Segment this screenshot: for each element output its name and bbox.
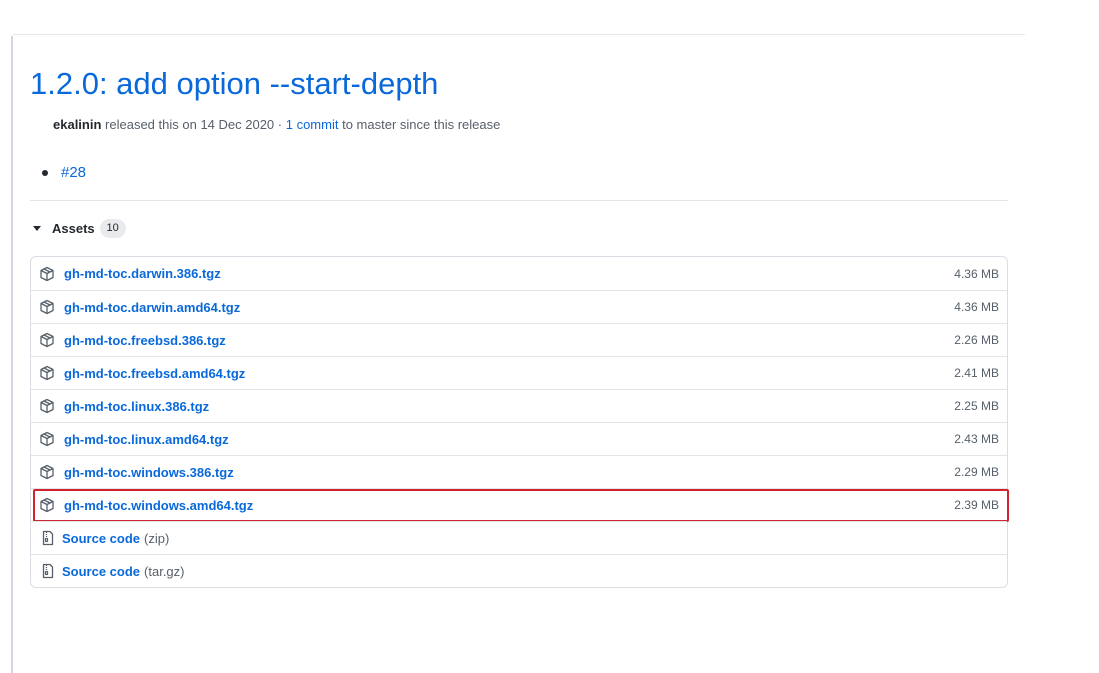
commit-suffix: to master since this release (342, 117, 501, 132)
asset-size: 2.43 MB (954, 432, 999, 446)
release-section: 1.2.0: add option --start-depth ekalinin… (30, 62, 1009, 588)
package-icon (39, 332, 55, 348)
release-title[interactable]: 1.2.0: add option --start-depth (30, 62, 438, 106)
asset-row: gh-md-toc.freebsd.amd64.tgz 2.41 MB (31, 356, 1007, 389)
asset-download-link[interactable]: gh-md-toc.linux.386.tgz (64, 399, 209, 414)
asset-size: 2.39 MB (954, 498, 999, 512)
bullet-icon (42, 170, 48, 176)
asset-row: gh-md-toc.windows.amd64.tgz 2.39 MB (31, 488, 1009, 522)
asset-download-link[interactable]: gh-md-toc.darwin.386.tgz (64, 266, 221, 281)
asset-download-link[interactable]: gh-md-toc.darwin.amd64.tgz (64, 300, 240, 315)
package-icon (39, 497, 55, 513)
asset-row: gh-md-toc.darwin.386.tgz 4.36 MB (31, 257, 1007, 290)
release-notes: #28 (30, 164, 1008, 182)
package-icon (39, 365, 55, 381)
asset-size: 4.36 MB (954, 300, 999, 314)
caret-down-icon (33, 225, 41, 231)
package-icon (39, 464, 55, 480)
asset-download-link[interactable]: gh-md-toc.freebsd.amd64.tgz (64, 366, 245, 381)
assets-toggle[interactable]: Assets 10 (30, 218, 1008, 238)
file-zip-icon (40, 530, 56, 546)
source-code-label: Source code (62, 530, 141, 546)
asset-size: 4.36 MB (954, 266, 999, 281)
asset-download-link[interactable]: gh-md-toc.windows.amd64.tgz (64, 498, 253, 513)
asset-row: gh-md-toc.darwin.amd64.tgz 4.36 MB (31, 290, 1007, 323)
source-code-link[interactable]: Source code (zip) (62, 531, 169, 546)
assets-list: gh-md-toc.darwin.386.tgz 4.36 MB gh-md-toc… (30, 256, 1009, 588)
file-zip-icon (40, 563, 56, 579)
assets-label: Assets (52, 220, 95, 236)
section-divider-top (13, 34, 1025, 35)
package-icon (39, 398, 55, 414)
issue-link[interactable]: #28 (61, 164, 86, 181)
released-text: released this on 14 Dec 2020 · (105, 117, 283, 132)
release-meta: ekalinin released this on 14 Dec 2020 · … (30, 116, 1008, 134)
author-link[interactable]: ekalinin (53, 117, 101, 132)
package-icon (39, 299, 55, 315)
source-code-format: (tar.gz) (144, 563, 185, 579)
asset-row: gh-md-toc.windows.386.tgz 2.29 MB (31, 455, 1007, 488)
source-code-format: (zip) (144, 530, 170, 546)
divider (30, 200, 1008, 201)
asset-download-link[interactable]: gh-md-toc.windows.386.tgz (64, 465, 234, 480)
source-code-row: Source code (tar.gz) (31, 554, 1007, 587)
source-code-row: Source code (zip) (31, 521, 1007, 554)
asset-download-link[interactable]: gh-md-toc.linux.amd64.tgz (64, 432, 229, 447)
package-icon (39, 266, 55, 282)
assets-count-badge: 10 (99, 218, 126, 238)
asset-size: 2.29 MB (954, 465, 999, 479)
asset-size: 2.26 MB (954, 333, 999, 347)
asset-download-link[interactable]: gh-md-toc.freebsd.386.tgz (64, 333, 226, 348)
asset-size: 2.41 MB (954, 366, 999, 380)
commit-link[interactable]: 1 commit (286, 117, 339, 132)
asset-size: 2.25 MB (954, 399, 999, 413)
asset-row: gh-md-toc.linux.amd64.tgz 2.43 MB (31, 422, 1007, 455)
source-code-label: Source code (62, 563, 141, 579)
source-code-link[interactable]: Source code (tar.gz) (62, 564, 185, 579)
timeline-rule (11, 36, 13, 673)
package-icon (39, 431, 55, 447)
asset-row: gh-md-toc.linux.386.tgz 2.25 MB (31, 389, 1007, 422)
list-item: #28 (30, 164, 1008, 182)
asset-row: gh-md-toc.freebsd.386.tgz 2.26 MB (31, 323, 1007, 356)
